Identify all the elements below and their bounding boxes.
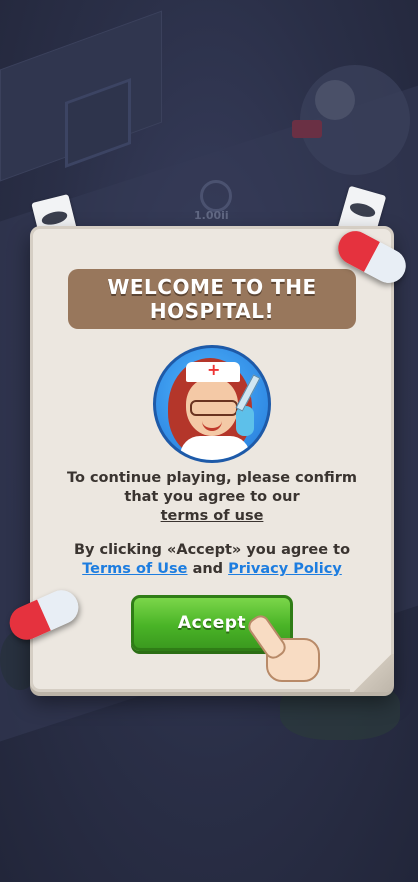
terms-of-use-link[interactable]: Terms of Use [82, 561, 187, 577]
red-box [292, 120, 322, 138]
welcome-dialog: WELCOME TO THE HOSPITAL! To continue pla… [30, 226, 394, 692]
avatar-glasses [190, 400, 238, 416]
agreement-text: By clicking «Accept» you agree to Terms … [53, 541, 371, 579]
pointing-hand-icon [244, 611, 322, 682]
dialog-message: To continue playing, please confirm that… [53, 469, 371, 526]
coin-counter: 1.00ii [194, 209, 229, 222]
privacy-policy-link[interactable]: Privacy Policy [228, 561, 342, 577]
avatar-glove [236, 406, 254, 436]
nurse-avatar-icon [153, 345, 271, 463]
and-text: and [192, 561, 224, 577]
page-curl [350, 654, 394, 692]
nurse-cap [186, 360, 240, 382]
agree-prefix: By clicking «Accept» you agree to [73, 542, 351, 558]
avatar-body [180, 436, 250, 460]
dialog-title: WELCOME TO THE HOSPITAL! [68, 269, 356, 329]
terms-link[interactable]: terms of use [161, 508, 264, 524]
coin-icon [200, 180, 232, 212]
message-text: To continue playing, please confirm that… [66, 470, 358, 505]
surgical-lamp-bulb [315, 80, 355, 120]
